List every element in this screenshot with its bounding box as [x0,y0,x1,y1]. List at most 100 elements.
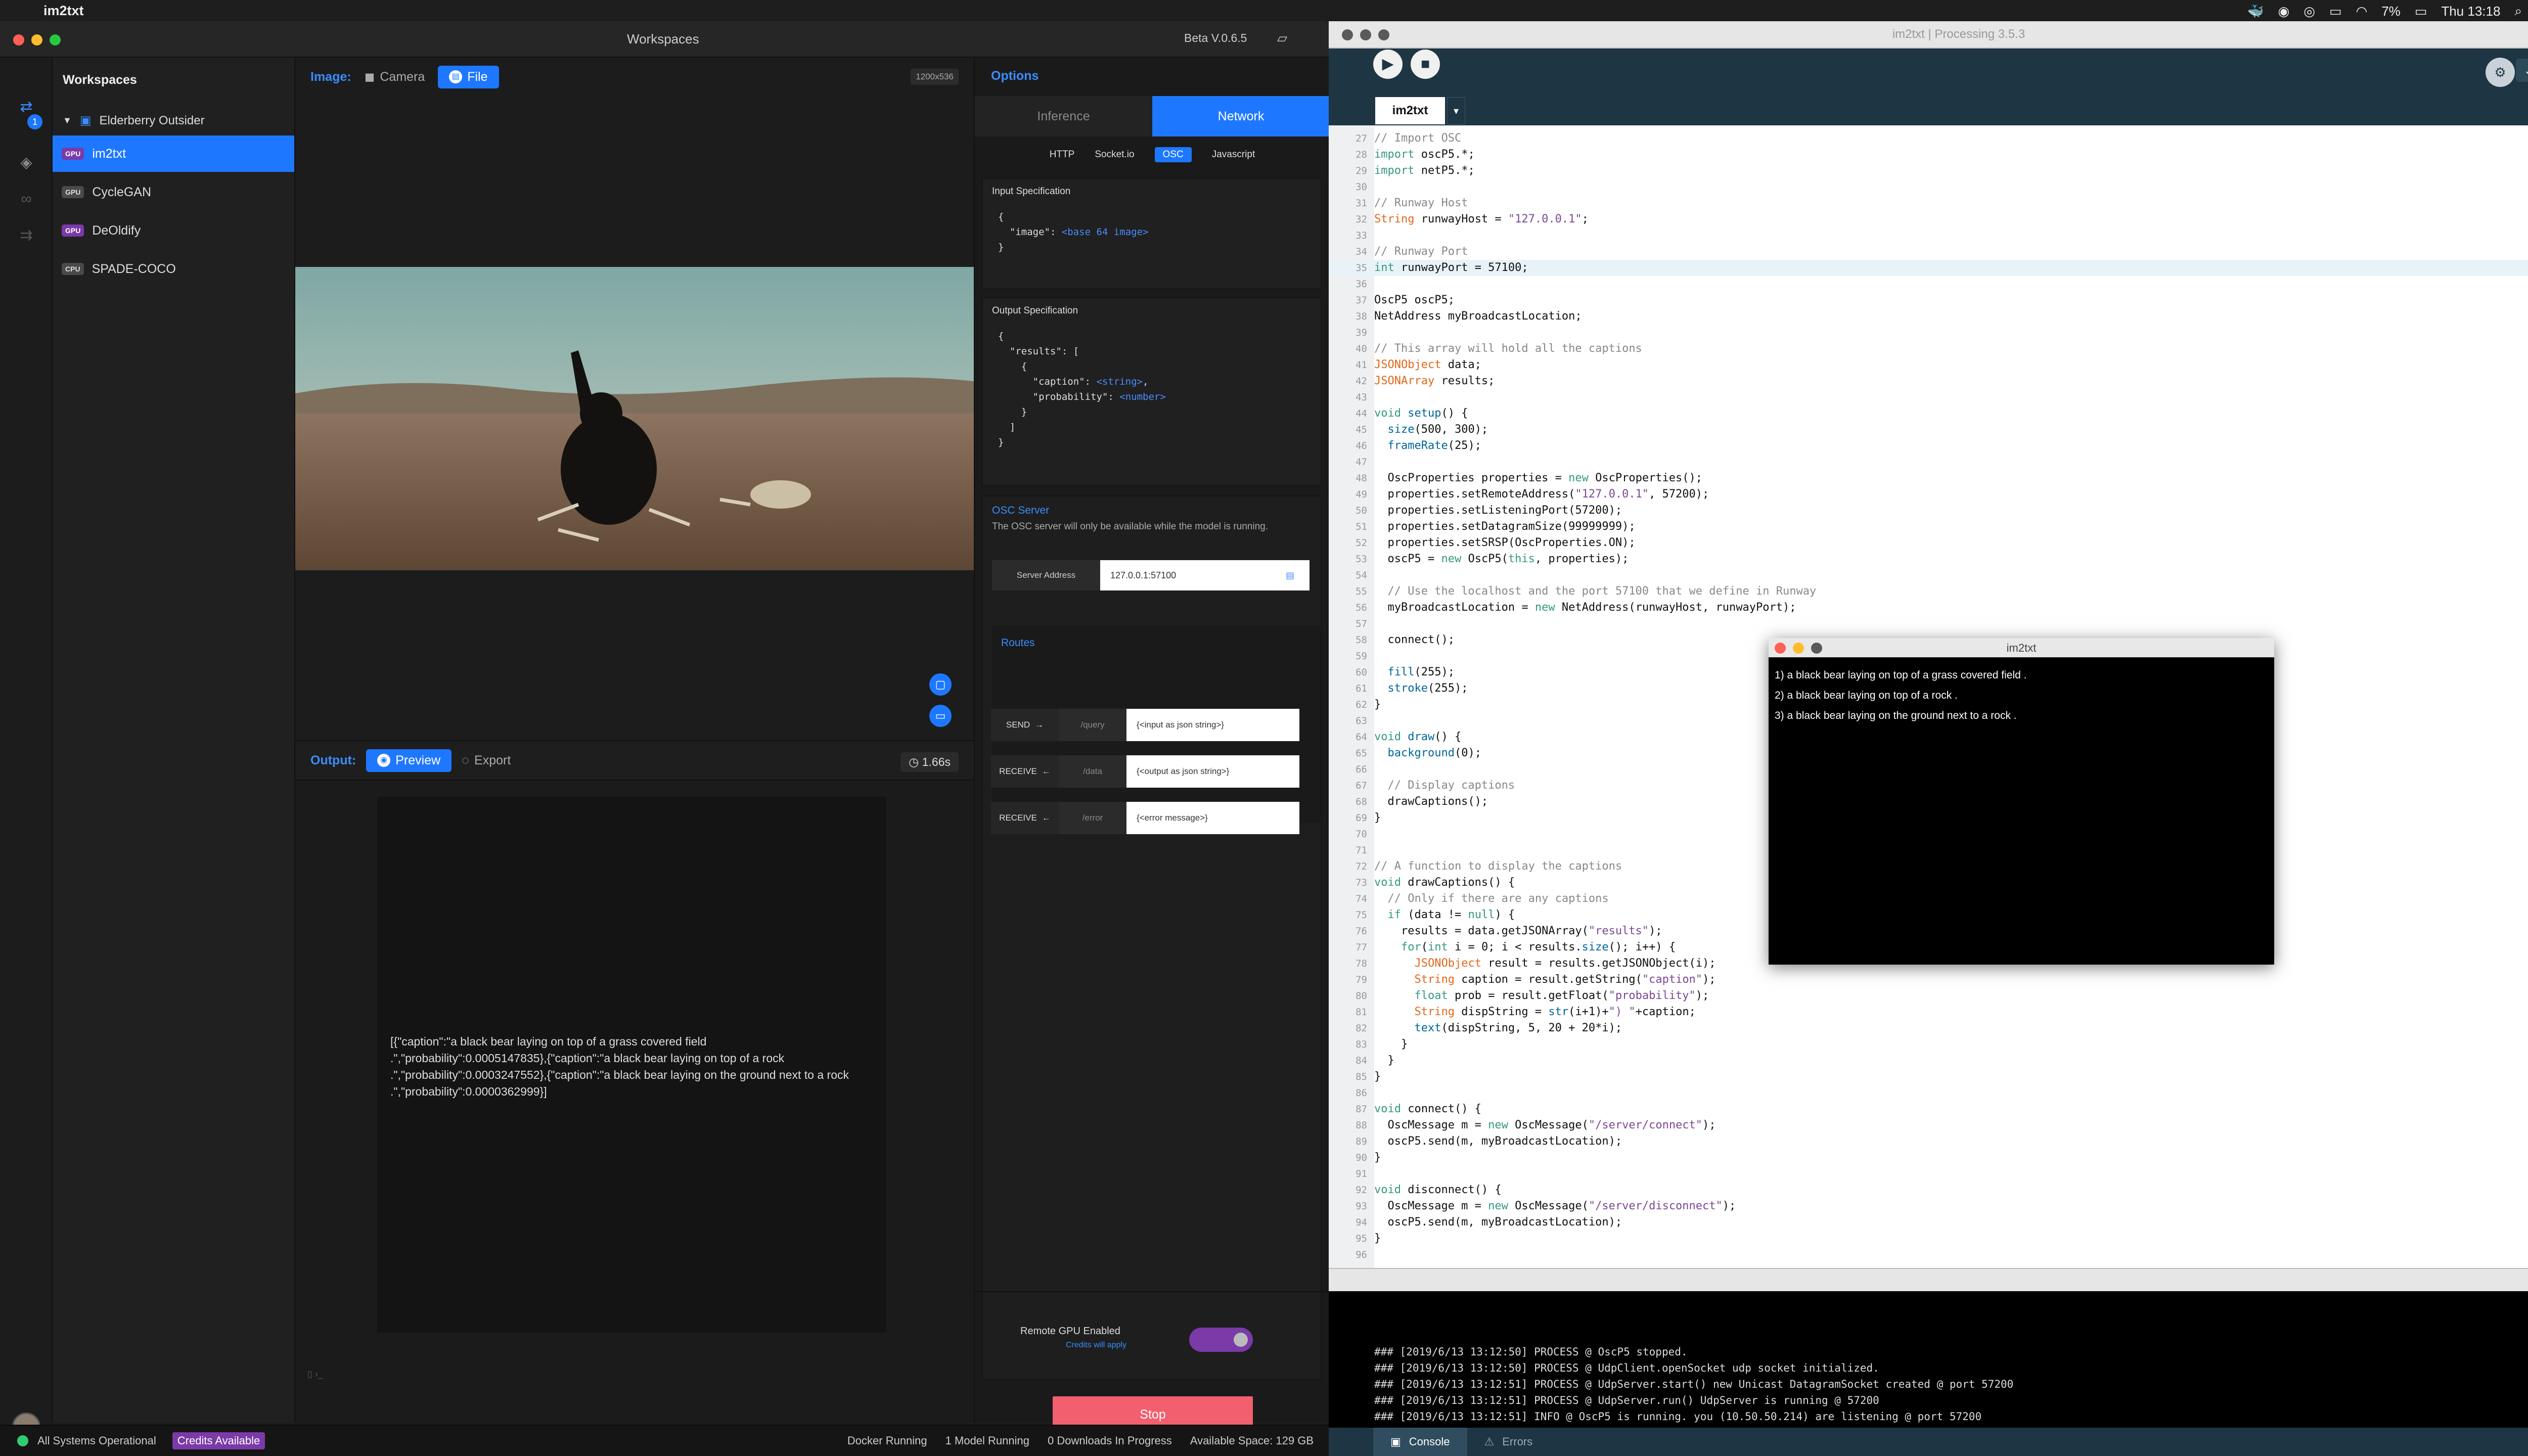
workspace-row[interactable]: ▼ ▣ Elderberry Outsider [63,113,205,128]
debug-icon[interactable]: ⚙ [2486,58,2515,87]
code-line[interactable]: 55 // Use the localhost and the port 571… [1329,583,2528,600]
feedback-icon[interactable]: ▱ [1277,30,1287,46]
chevron-down-icon[interactable]: ▼ [63,115,72,126]
code-line[interactable]: 57 [1329,616,2528,632]
tab-im2txt[interactable]: im2txt [1375,97,1445,124]
code-line[interactable]: 31 // Runway Host [1329,195,2528,211]
sidebar-item-deoldify[interactable]: GPU DeOldify [53,212,294,249]
tab-network[interactable]: Network [1152,96,1330,136]
menu-app-name[interactable]: im2txt [43,3,84,19]
code-line[interactable]: 29 import netP5.*; [1329,163,2528,179]
code-line[interactable]: 89 oscP5.send(m, myBroadcastLocation); [1329,1133,2528,1150]
code-line[interactable]: 88 OscMessage m = new OscMessage("/serve… [1329,1117,2528,1133]
input-action-button[interactable]: ▢ [929,673,952,696]
code-line[interactable]: 92 void disconnect() { [1329,1182,2528,1198]
code-line[interactable]: 51 properties.setDatagramSize(99999999); [1329,519,2528,535]
close-button[interactable] [13,34,24,46]
code-line[interactable]: 40 // This array will hold all the captio… [1329,341,2528,357]
code-line[interactable]: 38 NetAddress myBroadcastLocation; [1329,308,2528,325]
route-value[interactable]: {<output as json string>} [1126,755,1299,788]
code-line[interactable]: 83 } [1329,1036,2528,1053]
sidebar-item-cyclegan[interactable]: GPU CycleGAN [53,174,294,210]
code-line[interactable]: 33 [1329,228,2528,244]
search-icon[interactable]: ⌕ [2514,3,2522,19]
code-line[interactable]: 42 JSONArray results; [1329,373,2528,389]
code-line[interactable]: 27 // Import OSC [1329,130,2528,147]
code-line[interactable]: 45 size(500, 300); [1329,422,2528,438]
battery-icon[interactable]: ▭ [2415,4,2427,19]
folder-button[interactable]: ▭ [929,705,952,727]
code-line[interactable]: 47 [1329,454,2528,470]
sidebar-item-spade-coco[interactable]: CPU SPADE-COCO [53,251,294,287]
code-line[interactable]: 41 JSONObject data; [1329,357,2528,373]
link-icon[interactable]: ∞ [17,190,35,208]
tab-errors[interactable]: ⚠ Errors [1467,1428,1550,1456]
code-line[interactable]: 95} [1329,1231,2528,1247]
tab-menu-chevron-icon[interactable]: ▾ [1447,97,1465,124]
route-value[interactable]: {<input as json string>} [1126,709,1299,741]
clock[interactable]: Thu 13:18 [2441,4,2500,19]
minimize-button[interactable] [31,34,42,46]
tab-console[interactable]: ▣ Console [1373,1428,1467,1456]
stop-sketch-button[interactable]: ■ [1411,50,1440,79]
code-line[interactable]: 52 properties.setSRSP(OscProperties.ON); [1329,535,2528,551]
code-line[interactable]: 81 String dispString = str(i+1)+") "+cap… [1329,1004,2528,1020]
code-line[interactable]: 56 myBroadcastLocation = new NetAddress(… [1329,600,2528,616]
code-line[interactable]: 54 [1329,567,2528,583]
code-line[interactable]: 34 // Runway Port [1329,244,2528,260]
code-line[interactable]: 36 [1329,276,2528,292]
code-line[interactable]: 93 OscMessage m = new OscMessage("/serve… [1329,1198,2528,1214]
code-line[interactable]: 37 OscP5 oscP5; [1329,292,2528,308]
console-toggle-icon[interactable]: ▯ ›_ [307,1369,323,1380]
code-line[interactable]: 85} [1329,1069,2528,1085]
workspaces-icon[interactable]: ⇄ [17,98,35,116]
code-line[interactable]: 86 [1329,1085,2528,1101]
tab-inference[interactable]: Inference [975,96,1152,136]
code-line[interactable]: 44 void setup() { [1329,405,2528,422]
subtab-javascript[interactable]: Javascript [1212,149,1255,160]
mode-selector[interactable]: Java ▾ [2516,59,2528,82]
wifi-icon[interactable]: ◠ [2356,4,2368,19]
code-line[interactable]: 53 oscP5 = new OscP5(this, properties); [1329,551,2528,567]
docker-icon[interactable]: 🐳 [2247,4,2264,19]
code-line[interactable]: 32 String runwayHost = "127.0.0.1"; [1329,211,2528,228]
code-line[interactable]: 94 oscP5.send(m, myBroadcastLocation); [1329,1214,2528,1231]
code-line[interactable]: 84 } [1329,1053,2528,1069]
code-line[interactable]: 46 frameRate(25); [1329,438,2528,454]
code-line[interactable]: 80 float prob = result.getFloat("probabi… [1329,988,2528,1004]
code-line[interactable]: 28 import oscP5.*; [1329,147,2528,163]
code-line[interactable]: 82 text(dispString, 5, 20 + 20*i); [1329,1020,2528,1036]
server-address-field[interactable]: 127.0.0.1:57100 ▤ [1100,560,1310,590]
export-button[interactable]: ◌ Export [462,753,511,768]
code-line[interactable]: 35 int runwayPort = 57100; [1329,260,2528,276]
battery-percent[interactable]: 7% [2381,4,2401,19]
airplay-icon[interactable]: ▭ [2329,4,2342,19]
code-line[interactable]: 90} [1329,1150,2528,1166]
systems-status[interactable]: All Systems Operational [37,1434,156,1447]
code-line[interactable]: 48 OscProperties properties = new OscPro… [1329,470,2528,486]
copy-icon[interactable]: ▤ [1286,560,1294,590]
code-line[interactable]: 96 [1329,1247,2528,1263]
terminal-icon[interactable]: ⇉ [17,226,35,245]
code-line[interactable]: 91 [1329,1166,2528,1182]
code-line[interactable]: 79 String caption = result.getString("ca… [1329,972,2528,988]
subtab-socketio[interactable]: Socket.io [1095,149,1134,160]
shield-icon[interactable]: ◉ [2278,4,2290,19]
run-button[interactable]: ▶ [1373,50,1403,79]
camera-button[interactable]: ◼ Camera [365,69,425,84]
code-line[interactable]: 43 [1329,389,2528,405]
code-line[interactable]: 39 [1329,325,2528,341]
route-value[interactable]: {<error message>} [1126,802,1299,834]
layers-icon[interactable]: ◈ [17,154,35,172]
file-button[interactable]: ▤ File [438,65,499,88]
preview-button[interactable]: ◉ Preview [366,749,452,772]
credits-badge[interactable]: Credits Available [172,1432,265,1449]
code-line[interactable]: 49 properties.setRemoteAddress("127.0.0.… [1329,486,2528,503]
zoom-button[interactable] [50,34,61,46]
sidebar-item-im2txt[interactable]: GPU im2txt [53,135,294,172]
subtab-osc[interactable]: OSC [1154,147,1192,162]
circle-icon[interactable]: ◎ [2304,4,2315,19]
remote-gpu-toggle[interactable] [1189,1328,1253,1352]
code-line[interactable]: 30 [1329,179,2528,195]
subtab-http[interactable]: HTTP [1050,149,1075,160]
